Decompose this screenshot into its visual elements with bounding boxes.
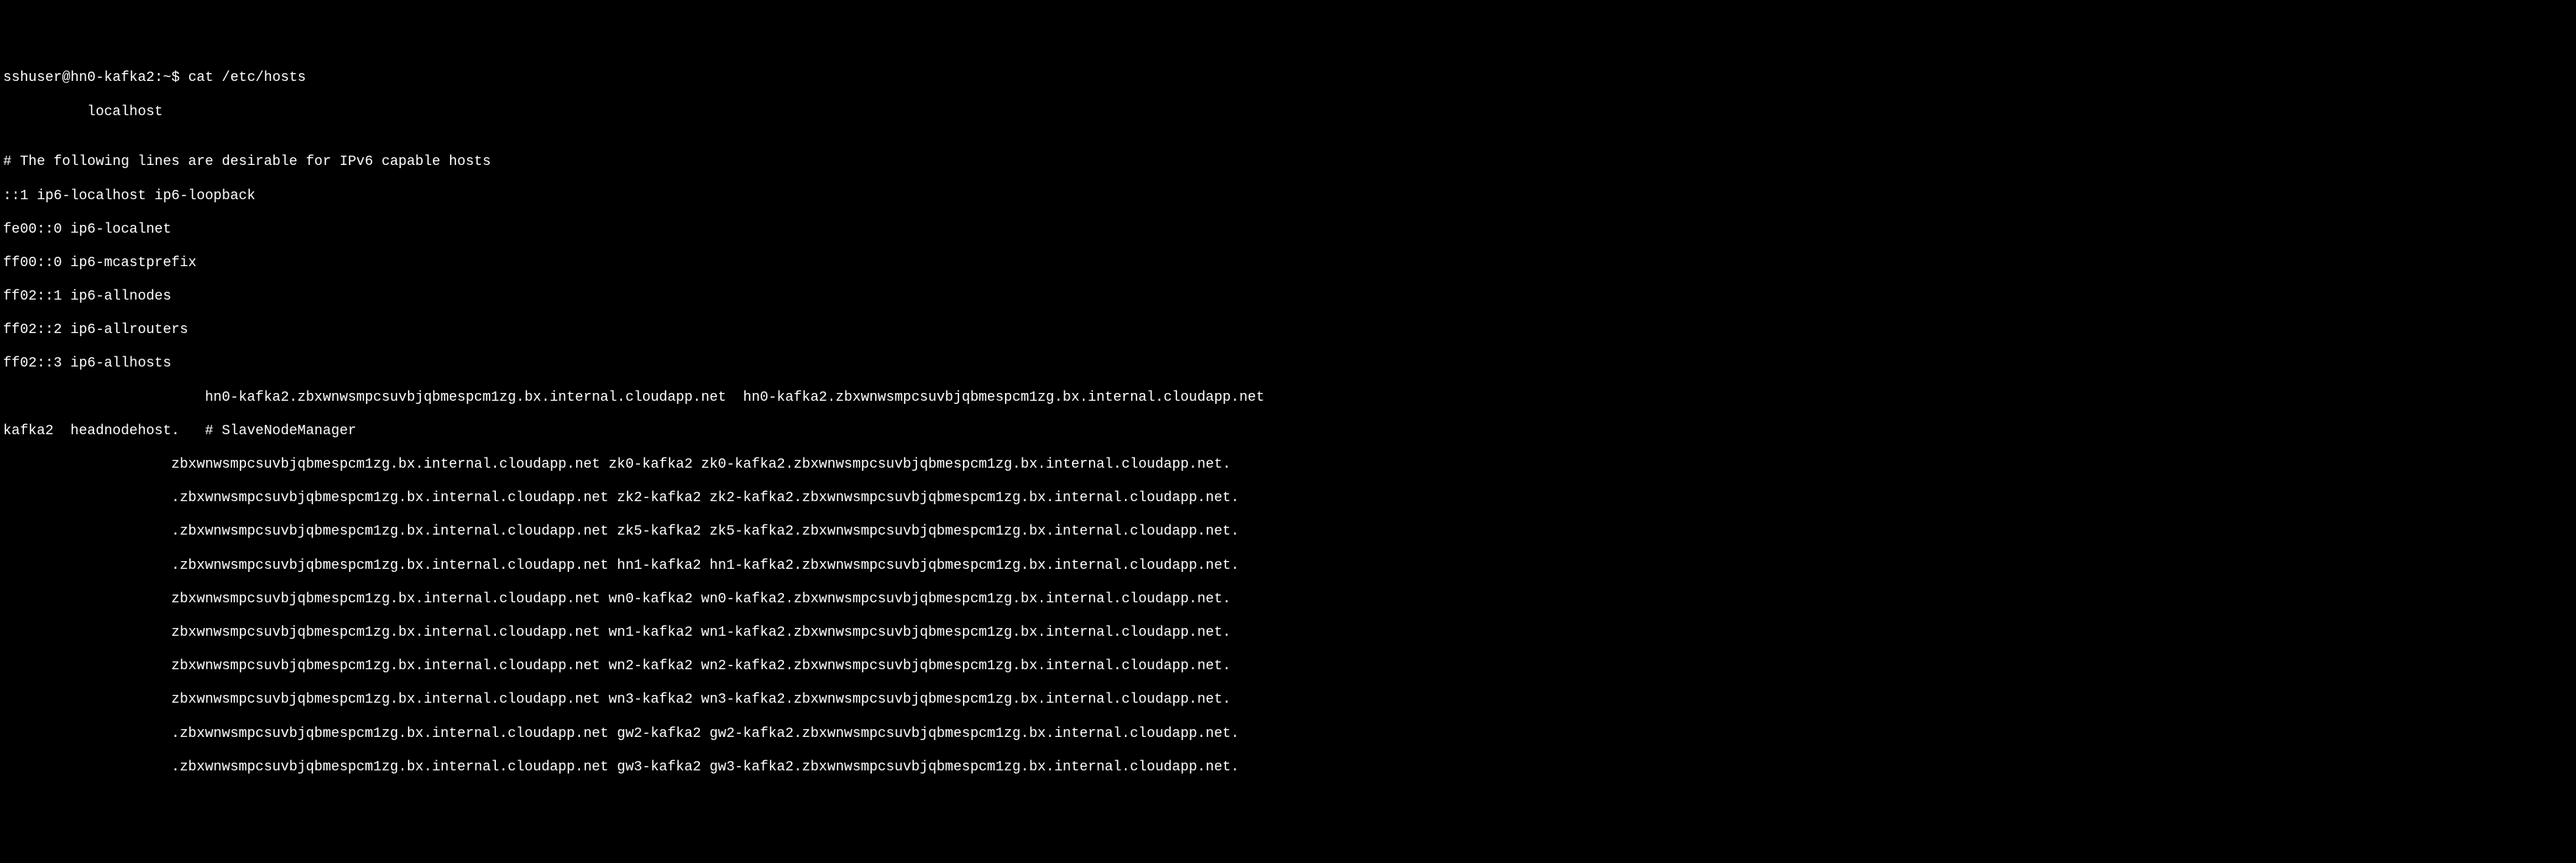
prompt-symbol: $ (171, 70, 180, 86)
output-line: .zbxwnwsmpcsuvbjqbmespcm1zg.bx.internal.… (3, 524, 2573, 541)
prompt-path: ~ (163, 70, 171, 86)
output-line: zbxwnwsmpcsuvbjqbmespcm1zg.bx.internal.c… (3, 457, 2573, 474)
output-line: kafka2 headnodehost. # SlaveNodeManager (3, 423, 2573, 440)
output-line: zbxwnwsmpcsuvbjqbmespcm1zg.bx.internal.c… (3, 625, 2573, 642)
output-line: zbxwnwsmpcsuvbjqbmespcm1zg.bx.internal.c… (3, 591, 2573, 609)
output-line: .zbxwnwsmpcsuvbjqbmespcm1zg.bx.internal.… (3, 726, 2573, 743)
output-line: .zbxwnwsmpcsuvbjqbmespcm1zg.bx.internal.… (3, 490, 2573, 507)
output-line: localhost (3, 104, 2573, 121)
output-line: .zbxwnwsmpcsuvbjqbmespcm1zg.bx.internal.… (3, 558, 2573, 575)
output-line: ff02::1 ip6-allnodes (3, 289, 2573, 306)
output-line: ff02::2 ip6-allrouters (3, 322, 2573, 339)
prompt-line: sshuser@hn0-kafka2:~$ cat /etc/hosts (3, 70, 2573, 87)
output-line: hn0-kafka2.zbxwnwsmpcsuvbjqbmespcm1zg.bx… (3, 390, 2573, 407)
output-line: zbxwnwsmpcsuvbjqbmespcm1zg.bx.internal.c… (3, 658, 2573, 675)
output-line: zbxwnwsmpcsuvbjqbmespcm1zg.bx.internal.c… (3, 692, 2573, 709)
output-line: # The following lines are desirable for … (3, 154, 2573, 171)
output-line: ff00::0 ip6-mcastprefix (3, 255, 2573, 272)
prompt-user: sshuser (3, 70, 62, 86)
output-line: .zbxwnwsmpcsuvbjqbmespcm1zg.bx.internal.… (3, 760, 2573, 777)
output-line: ::1 ip6-localhost ip6-loopback (3, 188, 2573, 205)
output-line: ff02::3 ip6-allhosts (3, 356, 2573, 373)
terminal-window[interactable]: sshuser@hn0-kafka2:~$ cat /etc/hosts loc… (3, 70, 2573, 776)
prompt-host: hn0-kafka2 (70, 70, 154, 86)
command-text: cat /etc/hosts (188, 70, 306, 86)
output-line: fe00::0 ip6-localnet (3, 222, 2573, 239)
